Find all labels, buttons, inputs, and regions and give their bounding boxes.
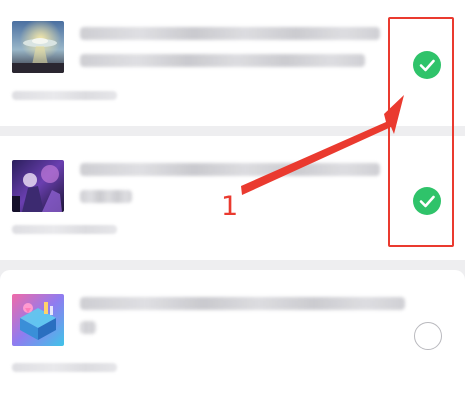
- screenshot-stage: 1: [0, 0, 465, 401]
- step-label: 1: [221, 191, 239, 222]
